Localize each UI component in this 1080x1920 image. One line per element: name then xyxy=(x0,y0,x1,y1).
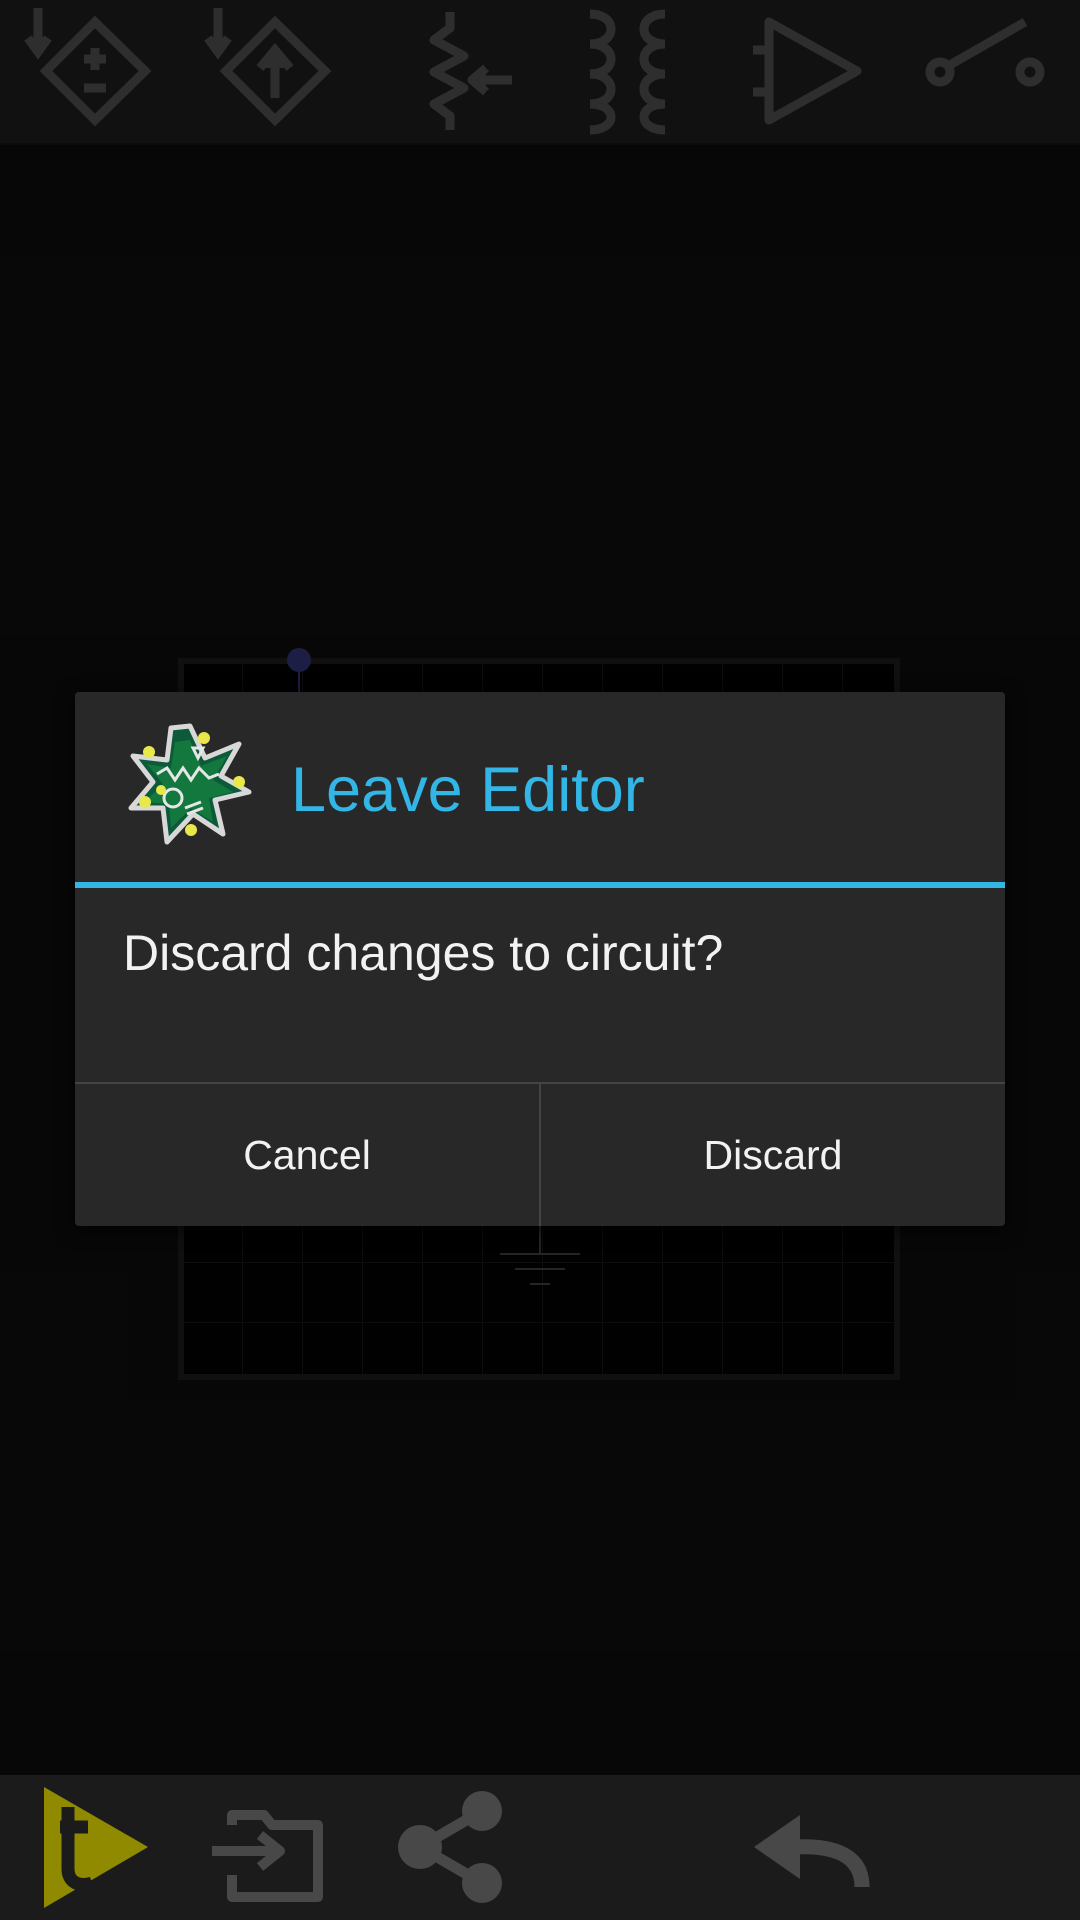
cancel-button[interactable]: Cancel xyxy=(75,1084,539,1226)
undo-icon[interactable] xyxy=(750,1775,875,1920)
dialog-header: Leave Editor xyxy=(75,692,1005,882)
dialog-message: Discard changes to circuit? xyxy=(123,925,724,981)
leave-editor-dialog: Leave Editor Discard changes to circuit?… xyxy=(75,692,1005,1226)
dialog-title: Leave Editor xyxy=(291,755,645,825)
header-divider xyxy=(75,882,1005,888)
bottom-action-bar xyxy=(0,1775,1080,1920)
app-logo-icon xyxy=(127,722,253,848)
import-icon[interactable] xyxy=(208,1775,326,1920)
discard-button[interactable]: Discard xyxy=(541,1084,1005,1226)
share-icon[interactable] xyxy=(390,1775,510,1920)
run-transient-icon[interactable] xyxy=(38,1775,153,1920)
